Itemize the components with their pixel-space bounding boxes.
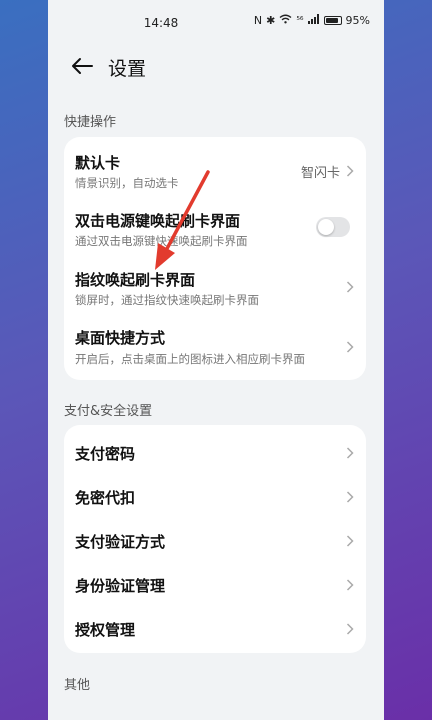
title-bar: 设置 [48, 44, 384, 90]
authorization-row[interactable]: 授权管理 [64, 605, 366, 649]
double-click-power-row[interactable]: 双击电源键唤起刷卡界面 通过双击电源键快速唤起刷卡界面 [64, 197, 366, 257]
row-subtitle: 锁屏时，通过指纹快速唤起刷卡界面 [75, 293, 259, 307]
password-free-row[interactable]: 免密代扣 [64, 473, 366, 517]
row-title: 桌面快捷方式 [75, 329, 166, 347]
status-icons: N ✱ ⁵⁶ 95% [254, 14, 370, 27]
chevron-right-icon [346, 491, 354, 503]
chevron-right-icon [346, 165, 354, 177]
row-subtitle: 通过双击电源键快速唤起刷卡界面 [75, 234, 248, 248]
chevron-right-icon [346, 341, 354, 353]
fingerprint-row[interactable]: 指纹唤起刷卡界面 锁屏时，通过指纹快速唤起刷卡界面 [64, 257, 366, 317]
payment-security-card: 支付密码 免密代扣 支付验证方式 身份验证管理 授权管理 [64, 425, 366, 653]
chevron-right-icon [346, 447, 354, 459]
battery-percent: 95% [345, 14, 370, 27]
double-click-toggle[interactable] [316, 217, 350, 237]
row-subtitle: 开启后，点击桌面上的图标进入相应刷卡界面 [75, 352, 305, 366]
row-title: 支付密码 [75, 445, 136, 463]
row-title: 指纹唤起刷卡界面 [75, 271, 196, 289]
nfc-icon: N [253, 14, 263, 27]
signal-icon [307, 14, 320, 27]
status-time: 14:48 [143, 16, 179, 30]
desktop-shortcut-row[interactable]: 桌面快捷方式 开启后，点击桌面上的图标进入相应刷卡界面 [64, 317, 366, 377]
page-title: 设置 [108, 58, 147, 80]
back-arrow-icon[interactable] [68, 52, 96, 80]
quick-actions-card: 默认卡 情景识别，自动选卡 智闪卡 双击电源键唤起刷卡界面 通过双击电源键快速唤… [64, 137, 366, 380]
row-title: 支付验证方式 [75, 533, 166, 551]
payment-verification-row[interactable]: 支付验证方式 [64, 517, 366, 561]
default-card-row[interactable]: 默认卡 情景识别，自动选卡 智闪卡 [64, 137, 366, 197]
chevron-right-icon [346, 623, 354, 635]
payment-password-row[interactable]: 支付密码 [64, 429, 366, 473]
status-bar: 14:48 N ✱ ⁵⁶ 95% [48, 0, 384, 44]
row-title: 身份验证管理 [75, 577, 166, 595]
row-title: 授权管理 [75, 621, 136, 639]
network-type-text: ⁵⁶ [296, 15, 304, 26]
section-label-payment: 支付&安全设置 [64, 404, 153, 419]
row-title: 默认卡 [75, 154, 121, 172]
chevron-right-icon [346, 535, 354, 547]
row-title: 双击电源键唤起刷卡界面 [75, 212, 241, 230]
battery-icon [323, 16, 342, 25]
section-label-other: 其他 [64, 678, 91, 693]
bluetooth-icon: ✱ [266, 14, 276, 27]
chevron-right-icon [346, 281, 354, 293]
identity-verification-row[interactable]: 身份验证管理 [64, 561, 366, 605]
row-value: 智闪卡 [300, 166, 340, 181]
row-subtitle: 情景识别，自动选卡 [75, 176, 179, 190]
chevron-right-icon [346, 579, 354, 591]
wifi-icon [279, 14, 292, 27]
section-label-quick: 快捷操作 [64, 115, 117, 130]
phone-screen: 14:48 N ✱ ⁵⁶ 95% 设置 快捷操作 默认卡 情景识别，自动选卡 智… [48, 0, 384, 720]
row-title: 免密代扣 [75, 489, 136, 507]
